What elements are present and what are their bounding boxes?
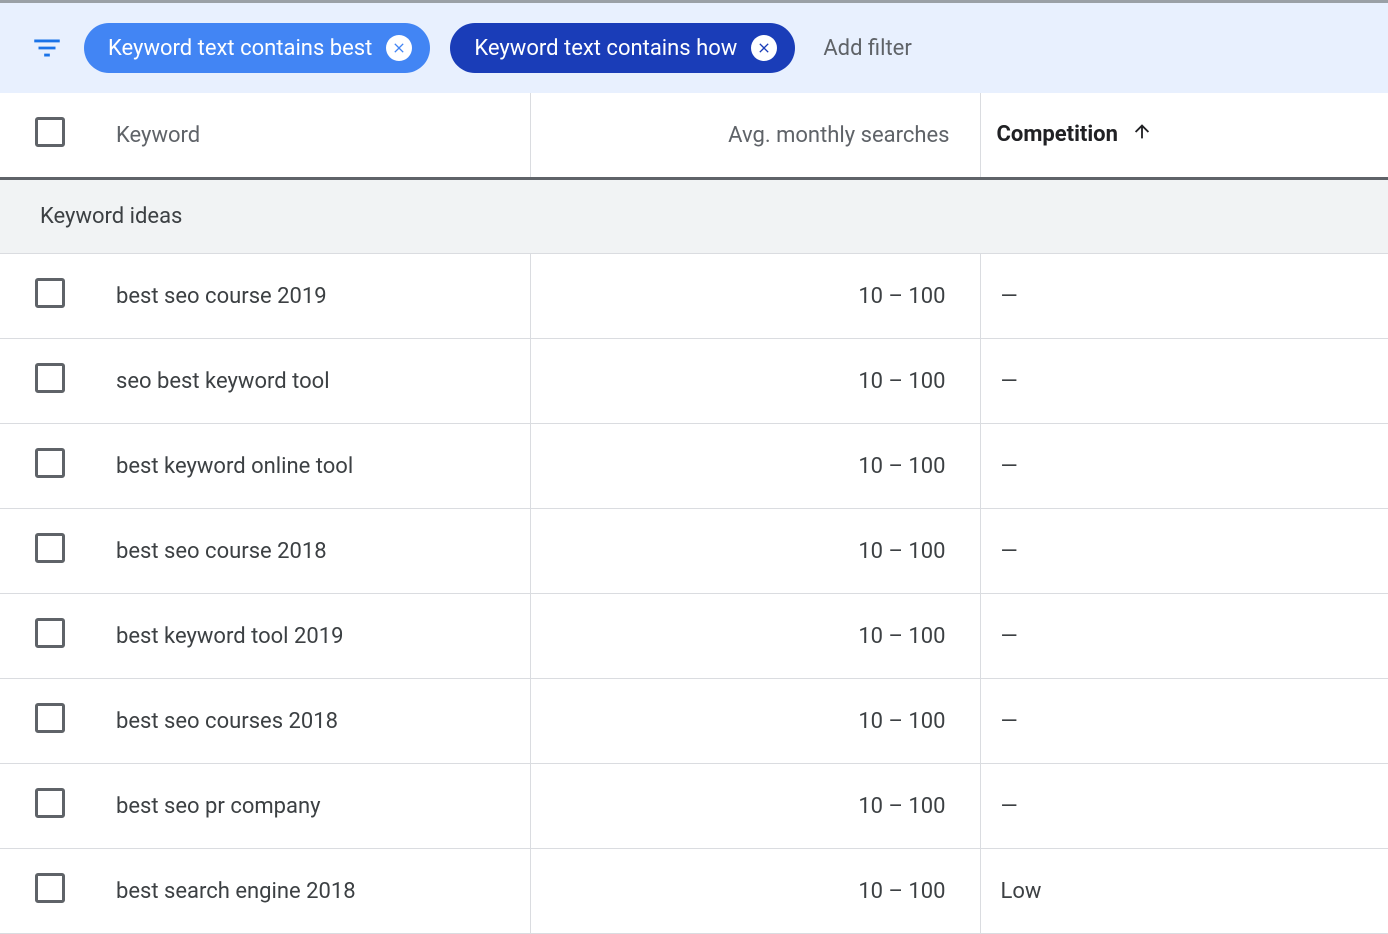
table-row: best seo course 201810 – 100— bbox=[0, 509, 1388, 594]
filter-chip[interactable]: Keyword text contains how bbox=[450, 23, 795, 73]
row-checkbox-cell bbox=[0, 594, 100, 679]
filter-chip-label: Keyword text contains best bbox=[108, 36, 372, 61]
keyword-cell: best seo pr company bbox=[100, 764, 530, 849]
column-header-searches[interactable]: Avg. monthly searches bbox=[530, 93, 980, 179]
row-checkbox-cell bbox=[0, 849, 100, 934]
competition-cell: — bbox=[980, 764, 1388, 849]
table-row: best keyword online tool10 – 100— bbox=[0, 424, 1388, 509]
section-header-row: Keyword ideas bbox=[0, 179, 1388, 254]
row-checkbox[interactable] bbox=[35, 448, 65, 478]
column-header-keyword[interactable]: Keyword bbox=[100, 93, 530, 179]
filter-icon[interactable] bbox=[30, 31, 64, 65]
competition-cell: — bbox=[980, 339, 1388, 424]
add-filter-button[interactable]: Add filter bbox=[823, 36, 911, 61]
competition-cell: — bbox=[980, 509, 1388, 594]
column-header-competition[interactable]: Competition bbox=[980, 93, 1388, 179]
sort-ascending-icon bbox=[1131, 124, 1153, 149]
competition-cell: Low bbox=[980, 849, 1388, 934]
table-row: best keyword tool 201910 – 100— bbox=[0, 594, 1388, 679]
keyword-cell: best seo course 2018 bbox=[100, 509, 530, 594]
competition-cell: — bbox=[980, 254, 1388, 339]
row-checkbox-cell bbox=[0, 764, 100, 849]
table-row: seo best keyword tool10 – 100— bbox=[0, 339, 1388, 424]
select-all-checkbox[interactable] bbox=[35, 117, 65, 147]
close-icon[interactable] bbox=[751, 35, 777, 61]
keyword-cell: best search engine 2018 bbox=[100, 849, 530, 934]
searches-cell: 10 – 100 bbox=[530, 679, 980, 764]
row-checkbox-cell bbox=[0, 679, 100, 764]
searches-cell: 10 – 100 bbox=[530, 509, 980, 594]
row-checkbox[interactable] bbox=[35, 873, 65, 903]
keyword-cell: best keyword tool 2019 bbox=[100, 594, 530, 679]
keyword-cell: best keyword online tool bbox=[100, 424, 530, 509]
table-row: best seo course 201910 – 100— bbox=[0, 254, 1388, 339]
table-row: best seo pr company10 – 100— bbox=[0, 764, 1388, 849]
searches-cell: 10 – 100 bbox=[530, 764, 980, 849]
row-checkbox-cell bbox=[0, 424, 100, 509]
select-all-header bbox=[0, 93, 100, 179]
row-checkbox-cell bbox=[0, 509, 100, 594]
table-row: best seo courses 201810 – 100— bbox=[0, 679, 1388, 764]
competition-cell: — bbox=[980, 594, 1388, 679]
keyword-cell: best seo course 2019 bbox=[100, 254, 530, 339]
searches-cell: 10 – 100 bbox=[530, 339, 980, 424]
row-checkbox[interactable] bbox=[35, 703, 65, 733]
keyword-table: Keyword Avg. monthly searches Competitio… bbox=[0, 93, 1388, 934]
searches-cell: 10 – 100 bbox=[530, 849, 980, 934]
row-checkbox[interactable] bbox=[35, 533, 65, 563]
row-checkbox-cell bbox=[0, 254, 100, 339]
row-checkbox[interactable] bbox=[35, 788, 65, 818]
competition-cell: — bbox=[980, 679, 1388, 764]
table-row: best search engine 201810 – 100Low bbox=[0, 849, 1388, 934]
table-header-row: Keyword Avg. monthly searches Competitio… bbox=[0, 93, 1388, 179]
searches-cell: 10 – 100 bbox=[530, 424, 980, 509]
row-checkbox-cell bbox=[0, 339, 100, 424]
filter-chip-label: Keyword text contains how bbox=[474, 36, 737, 61]
competition-label: Competition bbox=[997, 122, 1118, 147]
searches-cell: 10 – 100 bbox=[530, 594, 980, 679]
keyword-cell: seo best keyword tool bbox=[100, 339, 530, 424]
row-checkbox[interactable] bbox=[35, 363, 65, 393]
row-checkbox[interactable] bbox=[35, 618, 65, 648]
searches-cell: 10 – 100 bbox=[530, 254, 980, 339]
competition-cell: — bbox=[980, 424, 1388, 509]
filter-bar: Keyword text contains best Keyword text … bbox=[0, 0, 1388, 93]
section-title: Keyword ideas bbox=[0, 179, 1388, 254]
filter-chip[interactable]: Keyword text contains best bbox=[84, 23, 430, 73]
close-icon[interactable] bbox=[386, 35, 412, 61]
row-checkbox[interactable] bbox=[35, 278, 65, 308]
keyword-cell: best seo courses 2018 bbox=[100, 679, 530, 764]
